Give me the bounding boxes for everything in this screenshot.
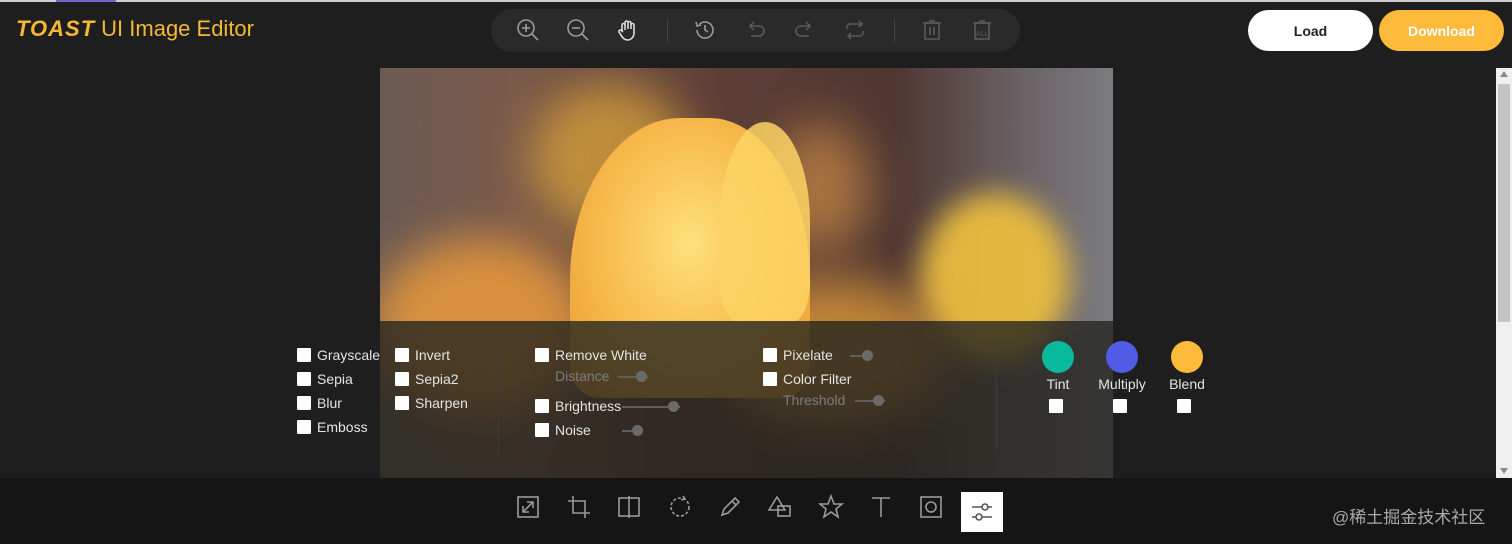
slider-handle[interactable]: [632, 425, 643, 436]
pixelate-slider[interactable]: [850, 350, 873, 361]
logo-brand: TOAST: [16, 16, 96, 41]
filter-blur[interactable]: Blur: [297, 395, 342, 411]
top-strip-accent: [56, 0, 116, 2]
checkbox[interactable]: [297, 372, 311, 386]
menu-divider: [667, 19, 668, 43]
text-icon[interactable]: [868, 494, 894, 520]
noise-slider[interactable]: [622, 425, 643, 436]
checkbox[interactable]: [395, 372, 409, 386]
filter-color-filter[interactable]: Color Filter: [763, 371, 851, 387]
slider-handle[interactable]: [668, 401, 679, 412]
checkbox[interactable]: [763, 372, 777, 386]
download-button[interactable]: Download: [1379, 10, 1504, 51]
history-icon[interactable]: [692, 17, 718, 43]
filter-emboss[interactable]: Emboss: [297, 419, 368, 435]
icon-tool-icon[interactable]: [818, 494, 844, 520]
blend-checkbox[interactable]: [1177, 399, 1191, 413]
filter-noise[interactable]: Noise: [535, 422, 591, 438]
panel-divider: [498, 341, 499, 453]
tint-checkbox[interactable]: [1049, 399, 1063, 413]
filter-panel-shade: [380, 321, 1113, 478]
filter-panel: Grayscale Sepia Blur Emboss Invert Sepia…: [0, 321, 1496, 478]
blend-color-swatch[interactable]: [1171, 341, 1203, 373]
tulip-petal: [720, 122, 810, 322]
multiply-color-swatch[interactable]: [1106, 341, 1138, 373]
checkbox[interactable]: [535, 348, 549, 362]
svg-text:ALL: ALL: [976, 30, 989, 38]
checkbox[interactable]: [297, 420, 311, 434]
checkbox[interactable]: [297, 396, 311, 410]
checkbox[interactable]: [763, 348, 777, 362]
checkbox[interactable]: [535, 399, 549, 413]
watermark: @稀土掘金技术社区: [1332, 508, 1486, 527]
checkbox[interactable]: [297, 348, 311, 362]
reset-icon[interactable]: [842, 17, 868, 43]
checkbox[interactable]: [395, 396, 409, 410]
mask-icon[interactable]: [918, 494, 944, 520]
filter-pixelate[interactable]: Pixelate: [763, 347, 833, 363]
filter-remove-white[interactable]: Remove White: [535, 347, 647, 363]
image-editor: TOAST UI Image Editor ALL Load Download …: [0, 0, 1512, 544]
checkbox[interactable]: [395, 348, 409, 362]
hand-icon[interactable]: [615, 17, 641, 43]
flip-icon[interactable]: [616, 494, 642, 520]
scrollbar[interactable]: [1496, 68, 1512, 478]
delete-icon[interactable]: [919, 17, 945, 43]
zoom-out-icon[interactable]: [565, 17, 591, 43]
load-button[interactable]: Load: [1248, 10, 1373, 51]
scroll-up-icon[interactable]: [1500, 71, 1508, 77]
filter-sepia2[interactable]: Sepia2: [395, 371, 459, 387]
multiply-checkbox[interactable]: [1113, 399, 1127, 413]
crop-icon[interactable]: [566, 494, 592, 520]
slider-handle[interactable]: [862, 350, 873, 361]
resize-icon[interactable]: [515, 494, 541, 520]
tint-label: Tint: [1046, 376, 1070, 392]
logo: TOAST UI Image Editor: [16, 14, 254, 44]
slider-handle[interactable]: [873, 395, 884, 406]
distance-slider[interactable]: [618, 371, 648, 382]
brightness-slider[interactable]: [622, 401, 680, 412]
shape-icon[interactable]: [767, 494, 793, 520]
top-strip: [0, 0, 1512, 2]
filter-sharpen[interactable]: Sharpen: [395, 395, 468, 411]
logo-sub: UI Image Editor: [101, 16, 254, 41]
blend-label: Blend: [1169, 376, 1205, 392]
redo-icon[interactable]: [792, 17, 818, 43]
threshold-slider[interactable]: [855, 395, 885, 406]
scroll-thumb[interactable]: [1498, 84, 1510, 322]
filter-brightness[interactable]: Brightness: [535, 398, 621, 414]
multiply-label: Multiply: [1098, 376, 1146, 392]
filter-invert[interactable]: Invert: [395, 347, 450, 363]
filter-sepia[interactable]: Sepia: [297, 371, 353, 387]
undo-icon[interactable]: [742, 17, 768, 43]
tint-color-swatch[interactable]: [1042, 341, 1074, 373]
threshold-label: Threshold: [783, 392, 846, 408]
checkbox[interactable]: [535, 423, 549, 437]
bottom-toolbar: @稀土掘金技术社区: [0, 478, 1512, 544]
scroll-down-icon[interactable]: [1500, 468, 1508, 474]
zoom-in-icon[interactable]: [515, 17, 541, 43]
filter-grayscale[interactable]: Grayscale: [297, 347, 380, 363]
slider-handle[interactable]: [636, 371, 647, 382]
rotate-icon[interactable]: [667, 494, 693, 520]
menu-divider: [894, 19, 895, 43]
distance-label: Distance: [555, 368, 610, 384]
filter-icon[interactable]: [961, 492, 1003, 532]
top-menu: ALL: [491, 9, 1020, 52]
draw-icon[interactable]: [717, 494, 743, 520]
delete-all-icon[interactable]: ALL: [969, 17, 995, 43]
panel-divider: [996, 341, 997, 453]
